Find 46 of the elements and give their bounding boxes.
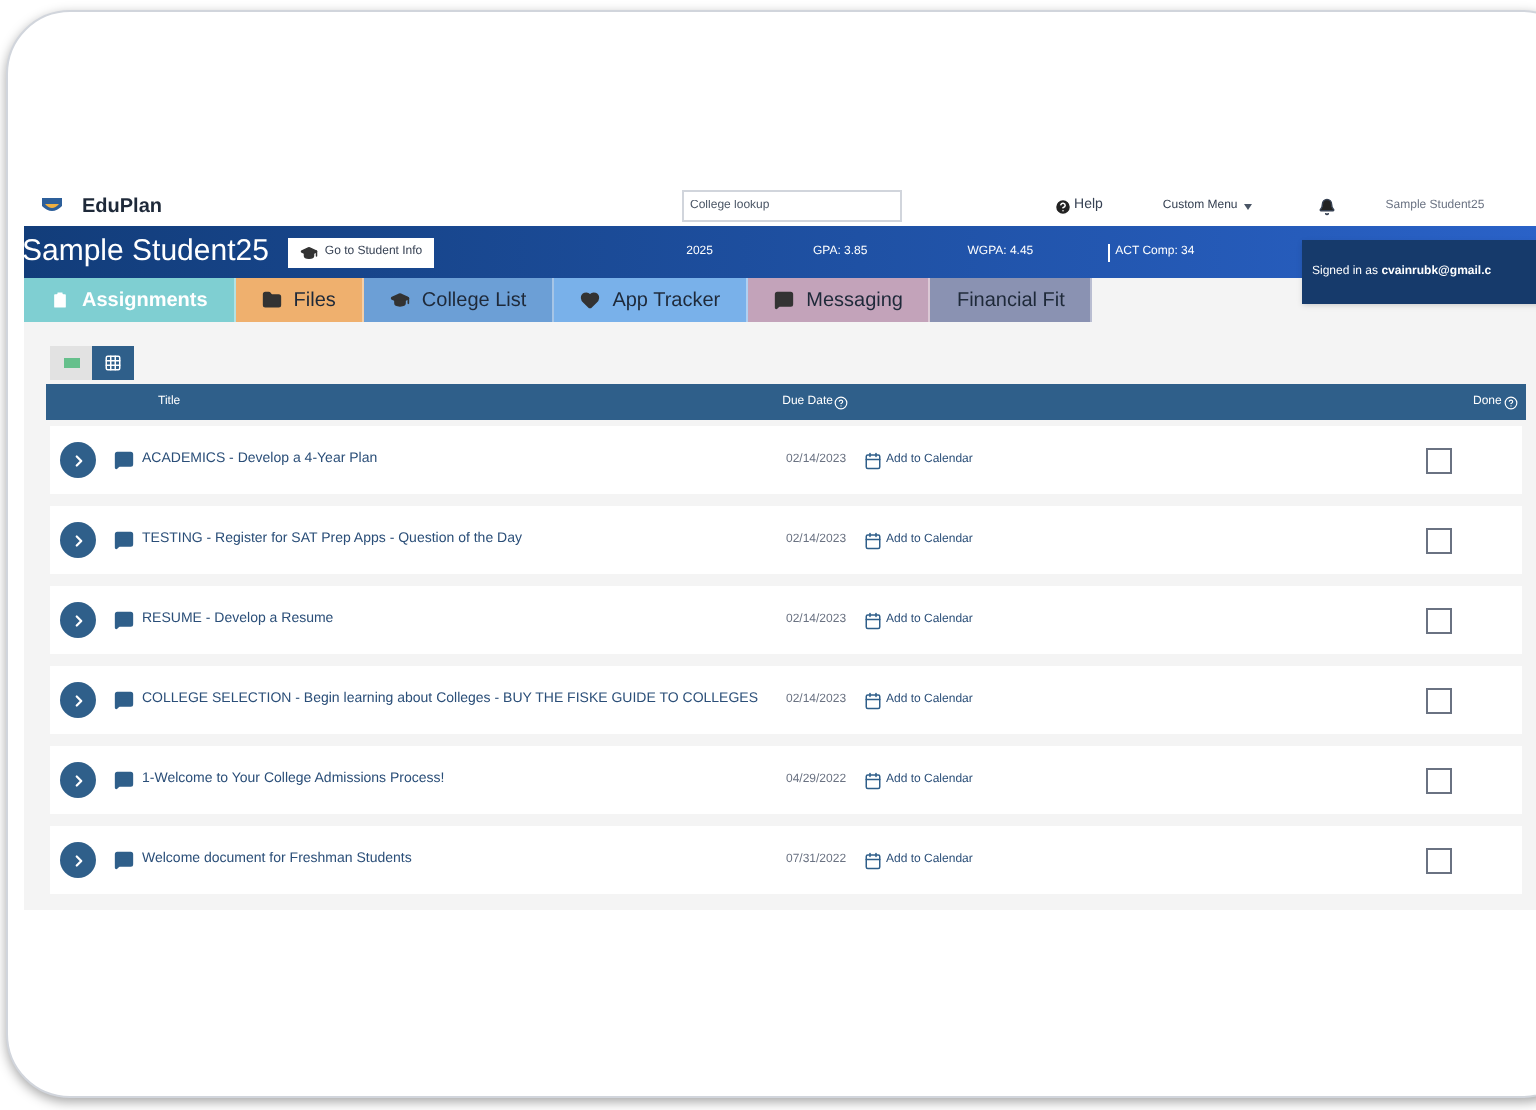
calendar-icon (864, 691, 882, 709)
calendar-icon (864, 771, 882, 789)
comment-icon (114, 610, 134, 630)
tab[interactable]: App Tracker (554, 278, 749, 322)
comment-icon (114, 850, 134, 870)
done-checkbox[interactable] (1426, 767, 1453, 793)
expand-button[interactable] (60, 602, 96, 638)
expand-button[interactable] (60, 442, 96, 478)
tab[interactable]: Files (235, 278, 364, 322)
caret-icon (1243, 203, 1252, 209)
comment-icon (114, 770, 134, 790)
help-icon (834, 395, 849, 409)
bell-icon[interactable] (1317, 197, 1336, 215)
student-name: Sample Student25 (24, 231, 269, 272)
calendar-icon (864, 451, 882, 469)
comment-icon (114, 690, 134, 710)
calendar-icon (864, 531, 882, 549)
app-name: EduPlan (82, 193, 163, 221)
calendar-icon (864, 851, 882, 869)
calendar-icon (864, 611, 882, 629)
shield-logo-icon (40, 196, 64, 216)
expand-button[interactable] (60, 762, 96, 798)
done-checkbox[interactable] (1426, 527, 1453, 553)
done-checkbox[interactable] (1426, 847, 1453, 873)
chat-icon (774, 290, 795, 310)
tab[interactable]: Messaging (748, 278, 931, 322)
expand-button[interactable] (60, 842, 96, 878)
comment-icon (114, 530, 134, 550)
grid-view-button[interactable] (92, 346, 134, 380)
help-icon (1054, 197, 1073, 215)
folder-icon (261, 290, 282, 310)
clipboard-icon (50, 290, 70, 310)
tab[interactable]: College List (363, 278, 555, 322)
expand-button[interactable] (60, 682, 96, 718)
done-checkbox[interactable] (1426, 447, 1453, 473)
comment-icon (114, 450, 134, 470)
heart-icon (580, 290, 601, 310)
help-icon (1503, 395, 1518, 409)
graduation-cap-icon (300, 243, 319, 261)
graduation-cap-icon (389, 290, 410, 310)
tab[interactable]: Financial Fit (930, 278, 1093, 322)
list-icon (63, 358, 79, 368)
done-checkbox[interactable] (1426, 687, 1453, 713)
done-checkbox[interactable] (1426, 607, 1453, 633)
expand-button[interactable] (60, 522, 96, 558)
grid-icon (104, 354, 122, 372)
